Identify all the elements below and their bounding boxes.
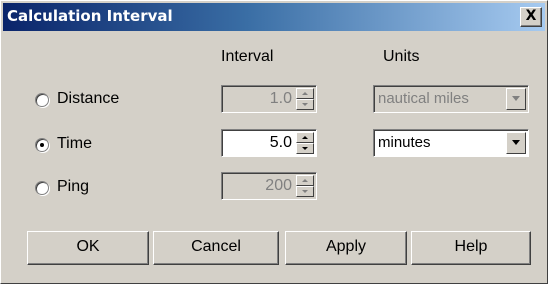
radio-ping-label: Ping: [57, 178, 90, 195]
time-interval-value[interactable]: 5.0: [270, 134, 292, 152]
spin-up-arrow-icon: [302, 92, 308, 95]
close-icon: X: [525, 8, 537, 24]
radio-distance[interactable]: Distance: [35, 90, 165, 110]
spin-down-arrow-icon: [302, 147, 308, 150]
radio-distance-indicator[interactable]: [35, 93, 49, 107]
radio-selected-dot: [40, 143, 44, 147]
radio-time[interactable]: Time: [35, 135, 165, 155]
interval-column-header: Interval: [221, 48, 274, 65]
distance-interval-spinbox: 1.0: [221, 85, 317, 113]
time-interval-spin-buttons[interactable]: [296, 132, 314, 154]
distance-units-dropdown-button: [506, 88, 526, 110]
time-interval-up-button[interactable]: [296, 132, 314, 143]
time-interval-spinbox[interactable]: 5.0: [221, 129, 317, 157]
ping-interval-spinbox: 200: [221, 172, 317, 200]
ping-interval-spin-buttons: [296, 175, 314, 197]
time-units-select[interactable]: minutes: [373, 129, 529, 157]
units-column-header: Units: [383, 48, 420, 65]
ping-interval-value: 200: [265, 177, 292, 194]
radio-time-indicator[interactable]: [35, 138, 49, 152]
distance-interval-spin-buttons: [296, 88, 314, 110]
radio-ping[interactable]: Ping: [35, 178, 165, 198]
apply-button[interactable]: Apply: [285, 231, 407, 265]
distance-interval-value: 1.0: [269, 90, 292, 107]
chevron-down-icon: [512, 140, 520, 145]
ok-button[interactable]: OK: [27, 231, 149, 265]
title-bar[interactable]: Calculation Interval X: [3, 3, 545, 31]
dialog-title: Calculation Interval: [7, 7, 173, 25]
distance-interval-down-button: [296, 99, 314, 110]
help-button[interactable]: Help: [411, 231, 531, 265]
time-units-value: minutes: [378, 134, 431, 151]
calculation-interval-dialog: Calculation Interval X Interval Units Di…: [0, 0, 548, 284]
radio-ping-indicator[interactable]: [35, 181, 49, 195]
ping-interval-up-button: [296, 175, 314, 186]
time-interval-down-button[interactable]: [296, 143, 314, 154]
spin-down-arrow-icon: [302, 103, 308, 106]
radio-distance-label: Distance: [57, 90, 120, 107]
time-units-dropdown-button[interactable]: [506, 132, 526, 154]
spin-down-arrow-icon: [302, 190, 308, 193]
cancel-button[interactable]: Cancel: [153, 231, 279, 265]
radio-time-label: Time: [57, 135, 92, 152]
close-button[interactable]: X: [520, 7, 542, 27]
spin-up-arrow-icon: [302, 179, 308, 182]
spin-up-arrow-icon: [302, 136, 308, 139]
distance-units-value: nautical miles: [378, 90, 469, 107]
distance-units-select: nautical miles: [373, 85, 529, 113]
ping-interval-down-button: [296, 186, 314, 197]
chevron-down-icon: [512, 96, 520, 101]
distance-interval-up-button: [296, 88, 314, 99]
